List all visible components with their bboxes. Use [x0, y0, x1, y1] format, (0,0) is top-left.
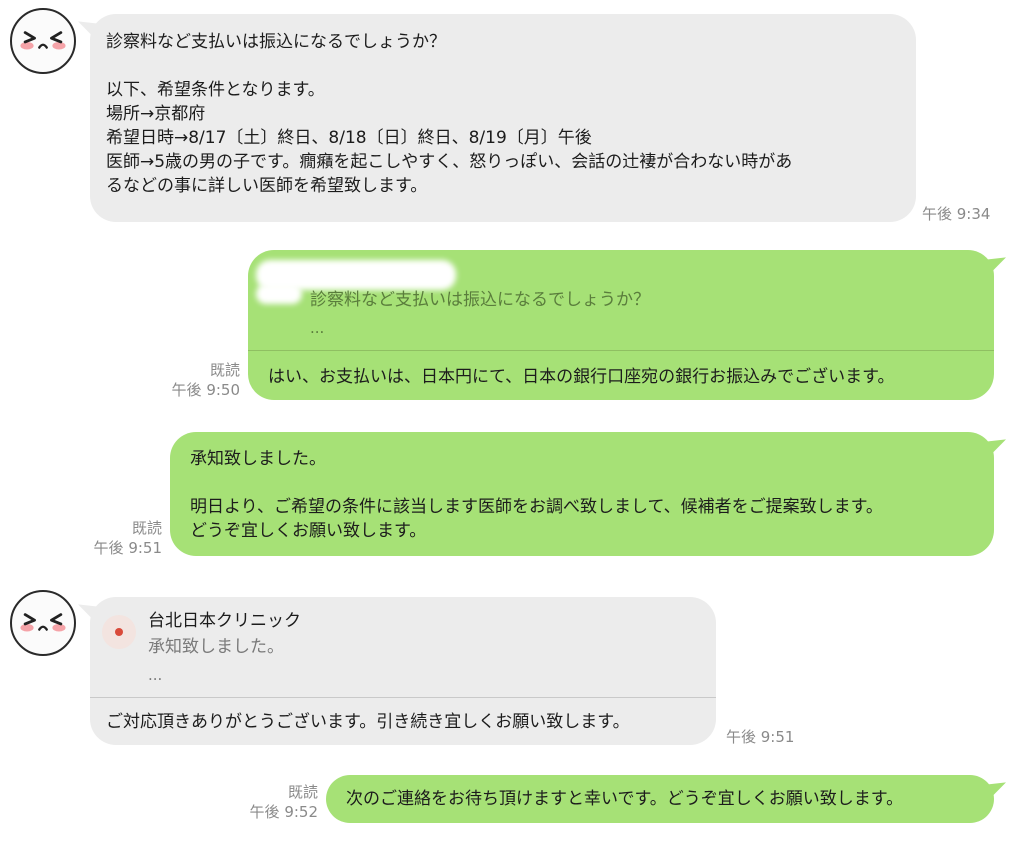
message-text: 希望日時→8/17〔土〕終日、8/18〔日〕終日、8/19〔月〕午後: [106, 128, 592, 148]
message-text: 診察料など支払いは振込になるでしょうか？: [106, 32, 446, 52]
read-receipt: 既読 午後 9:52: [238, 782, 318, 822]
message-text: 場所→京都府: [106, 104, 206, 124]
quoted-message[interactable]: 診察料など支払いは振込になるでしょうか？ ...: [248, 250, 994, 350]
message-timestamp: 午後 9:51: [93, 539, 162, 557]
blushing-face-icon: [20, 31, 66, 50]
read-label: 既読: [131, 519, 162, 537]
message-timestamp: 午後 9:52: [249, 803, 318, 821]
message-timestamp: 午後 9:34: [922, 205, 991, 223]
sent-message-bubble[interactable]: 診察料など支払いは振込になるでしょうか？ ... はい、お支払いは、日本円にて、…: [248, 250, 994, 400]
contact-avatar[interactable]: [10, 590, 76, 656]
message-text: 以下、希望条件となります。: [106, 80, 325, 100]
contact-avatar[interactable]: [10, 8, 76, 74]
read-receipt: 既読 午後 9:51: [82, 518, 162, 558]
message-timestamp: 午後 9:50: [171, 381, 240, 399]
message-text: 明日より、ご希望の条件に該当します医師をお調べ致しまして、候補者をご提案致します…: [190, 497, 883, 517]
read-receipt: 既読 午後 9:50: [160, 360, 240, 400]
message-text: 次のご連絡をお待ち頂けますと幸いです。どうぞ宜しくお願い致します。: [346, 789, 904, 809]
message-timestamp: 午後 9:51: [726, 728, 795, 746]
sent-message-bubble[interactable]: 次のご連絡をお待ち頂けますと幸いです。どうぞ宜しくお願い致します。: [326, 775, 994, 823]
message-text: 医師→5歳の男の子です。癇癪を起こしやすく、怒りっぽい、会話の辻褄が合わない時が…: [106, 152, 793, 172]
received-message-bubble[interactable]: 台北日本クリニック 承知致しました。 ... ご対応頂きありがとうございます。引…: [90, 597, 716, 745]
message-text: 承知致しました。: [190, 449, 326, 469]
sent-message-bubble[interactable]: 承知致しました。 明日より、ご希望の条件に該当します医師をお調べ致しまして、候補…: [170, 432, 994, 556]
quoted-text: 承知致しました。: [148, 637, 284, 657]
quoted-sender-name: 台北日本クリニック: [148, 611, 301, 631]
quoted-text: 診察料など支払いは振込になるでしょうか？: [310, 290, 650, 310]
message-text: はい、お支払いは、日本円にて、日本の銀行口座宛の銀行お振込みでございます。: [268, 367, 895, 387]
quoted-message[interactable]: 台北日本クリニック 承知致しました。 ...: [90, 597, 716, 697]
message-text: ご対応頂きありがとうございます。引き続き宜しくお願い致します。: [106, 712, 630, 732]
redacted-avatar: [256, 284, 302, 304]
clinic-logo-icon: [102, 615, 136, 649]
read-label: 既読: [209, 361, 240, 379]
read-label: 既読: [287, 783, 318, 801]
message-text: どうぞ宜しくお願い致します。: [190, 521, 427, 541]
quoted-ellipsis: ...: [310, 319, 325, 337]
message-text: るなどの事に詳しい医師を希望致します。: [106, 176, 428, 196]
quoted-ellipsis: ...: [148, 666, 163, 684]
blushing-face-icon: [20, 613, 66, 632]
received-message-bubble[interactable]: 診察料など支払いは振込になるでしょうか？ 以下、希望条件となります。 場所→京都…: [90, 14, 916, 222]
